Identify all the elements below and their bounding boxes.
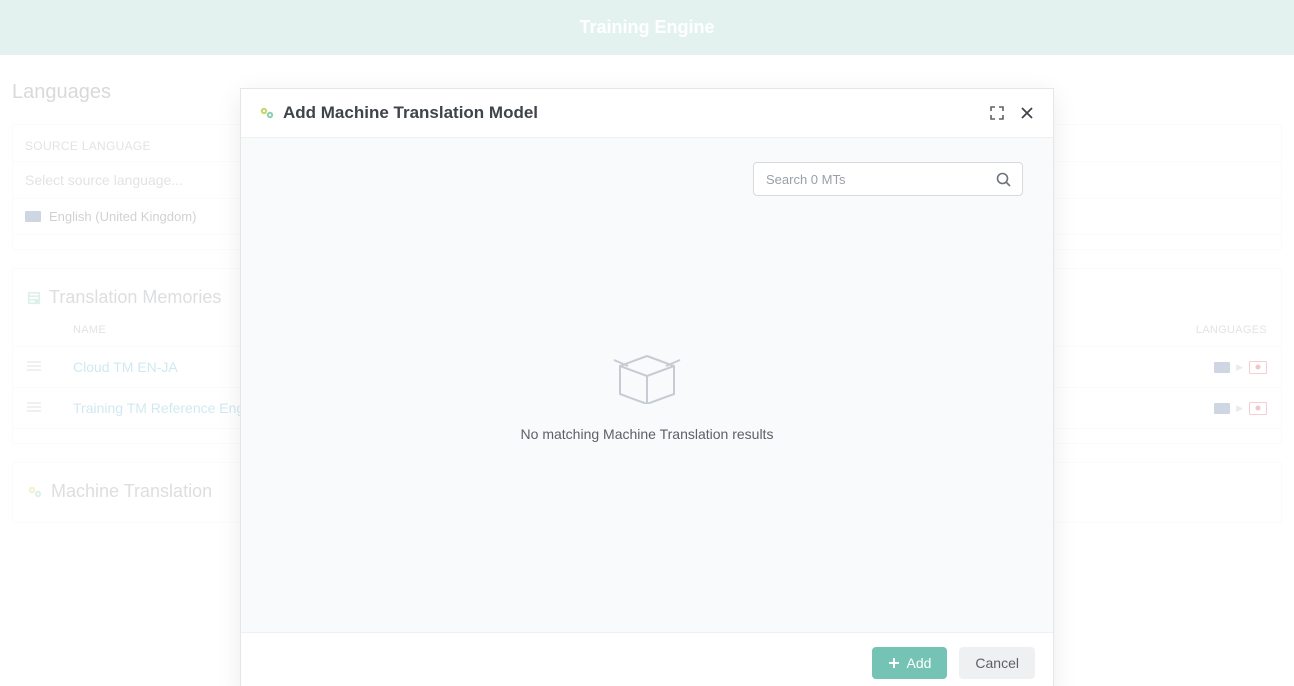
search-icon <box>995 171 1012 188</box>
search-input-wrap[interactable] <box>753 162 1023 196</box>
dialog-footer: Add Cancel <box>241 632 1053 686</box>
plus-icon <box>888 657 900 669</box>
empty-box-icon <box>610 346 684 404</box>
empty-state: No matching Machine Translation results <box>271 346 1023 442</box>
dialog-body: No matching Machine Translation results <box>241 138 1053 632</box>
cancel-button[interactable]: Cancel <box>959 647 1035 679</box>
add-button[interactable]: Add <box>872 647 947 679</box>
dialog-header: Add Machine Translation Model <box>241 89 1053 138</box>
maximize-icon[interactable] <box>989 105 1005 121</box>
add-mt-model-dialog: Add Machine Translation Model <box>240 88 1054 686</box>
gears-icon <box>259 105 275 121</box>
search-input[interactable] <box>764 171 995 188</box>
empty-state-text: No matching Machine Translation results <box>521 426 774 442</box>
dialog-title: Add Machine Translation Model <box>259 103 538 123</box>
close-icon[interactable] <box>1019 105 1035 121</box>
